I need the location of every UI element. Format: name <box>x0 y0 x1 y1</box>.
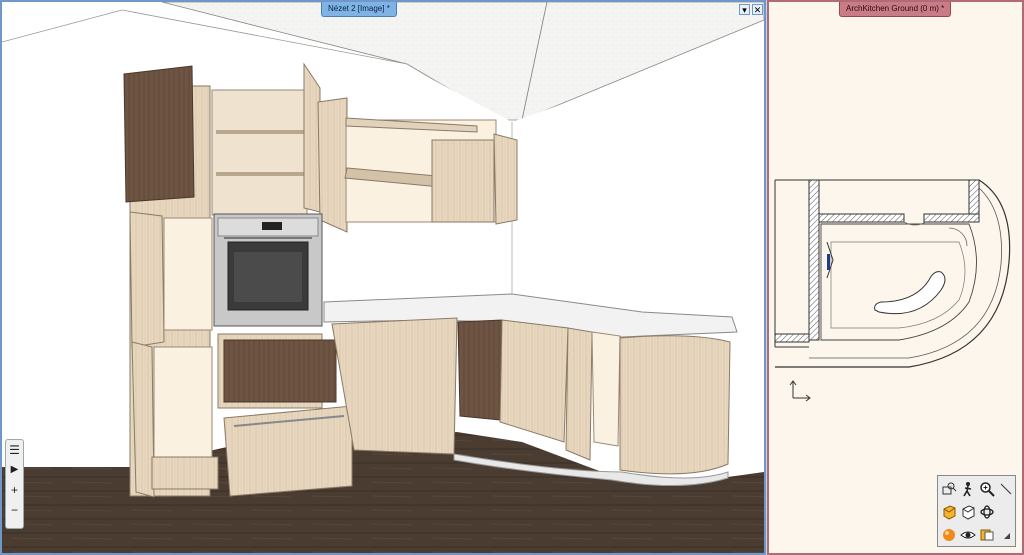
zoom-icon[interactable] <box>977 477 996 500</box>
3d-view-pane[interactable]: Nézet 2 [Image] * ▾ ✕ ☰ ▶ + − <box>0 0 766 555</box>
wire-cube-icon[interactable] <box>958 500 977 523</box>
view-tab-title[interactable]: Nézet 2 [Image] * <box>321 2 397 17</box>
dropdown-arrow-icon[interactable] <box>996 523 1015 546</box>
zoom-window-icon[interactable] <box>939 477 958 500</box>
solid-cube-icon[interactable] <box>939 500 958 523</box>
plan-tab-title[interactable]: ArchKitchen Ground (0 m) * <box>839 2 952 17</box>
view-side-toolbar: ☰ ▶ + − <box>5 439 24 529</box>
layers-list-icon[interactable]: ☰ <box>6 440 23 460</box>
plan-view-toolbar <box>937 475 1016 547</box>
walk-icon[interactable] <box>958 477 977 500</box>
pan-icon[interactable] <box>996 477 1015 500</box>
render-sphere-icon[interactable] <box>939 523 958 546</box>
eye-icon[interactable] <box>958 523 977 546</box>
pin-button[interactable]: ▾ <box>739 4 750 15</box>
3d-kitchen-render[interactable] <box>2 2 764 553</box>
zoom-in-button[interactable]: + <box>6 480 23 500</box>
plan-view-pane[interactable]: ArchKitchen Ground (0 m) * <box>767 0 1024 555</box>
layers-icon[interactable] <box>977 523 996 546</box>
zoom-out-button[interactable]: − <box>6 500 23 520</box>
close-button[interactable]: ✕ <box>752 4 763 15</box>
floor-plan-drawing[interactable] <box>769 2 1022 553</box>
orbit-icon[interactable] <box>977 500 996 523</box>
play-icon[interactable]: ▶ <box>6 460 23 480</box>
